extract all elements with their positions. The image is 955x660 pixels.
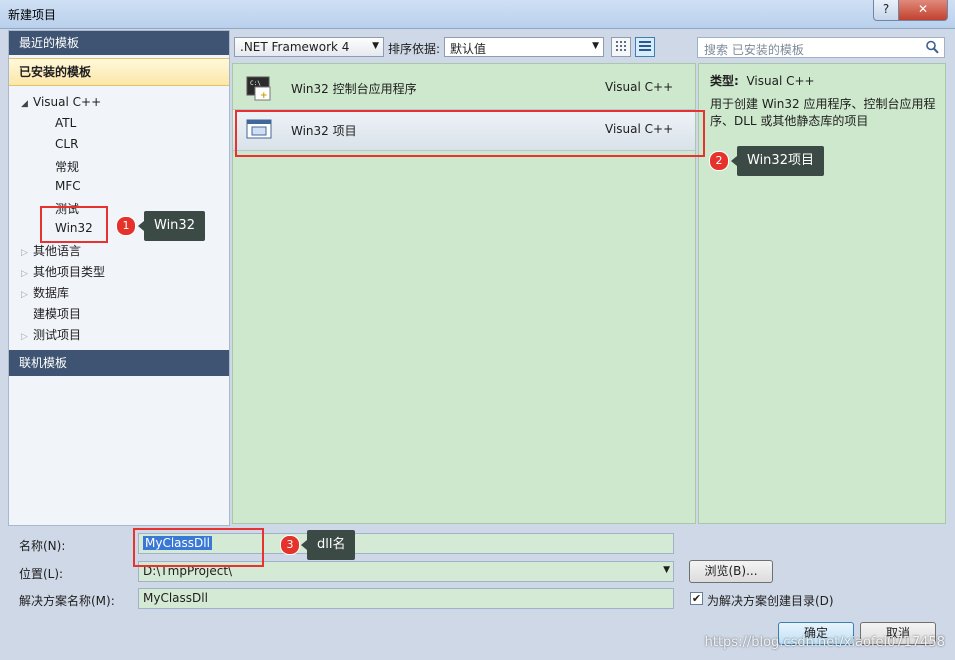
close-button[interactable]: ✕ (898, 0, 948, 21)
template-item-console[interactable]: C:\ + Win32 控制台应用程序 Visual C++ (233, 68, 695, 108)
annotation-box-win32 (40, 206, 108, 243)
collapsed-arrow-icon[interactable]: ▷ (21, 332, 33, 342)
collapsed-arrow-icon[interactable]: ▷ (21, 248, 33, 258)
watermark: https://blog.csdn.net/xiaofei0717458 (704, 635, 945, 650)
annotation-callout: Win32 (138, 211, 205, 241)
template-type: 类型: Visual C++ (710, 74, 815, 88)
online-templates-header[interactable]: 联机模板 (9, 350, 229, 376)
name-label: 名称(N): (19, 539, 66, 553)
list-view-icon (639, 41, 651, 51)
annotation-callout: Win32项目 (731, 146, 824, 176)
location-label: 位置(L): (19, 567, 64, 581)
solution-name-value: MyClassDll (143, 591, 208, 605)
window-title: 新建项目 (8, 8, 57, 22)
collapsed-arrow-icon[interactable]: ▷ (21, 269, 33, 279)
collapsed-arrow-icon[interactable]: ▷ (21, 290, 33, 300)
sort-select[interactable]: 默认值 ▼ (444, 37, 604, 57)
dropdown-arrow-icon[interactable]: ▼ (663, 565, 670, 575)
create-directory-label: 为解决方案创建目录(D) (707, 594, 834, 608)
annotation-callout: dll名 (300, 530, 356, 560)
annotation-number: 2 (709, 151, 729, 171)
template-description-panel: 类型: Visual C++ 用于创建 Win32 应用程序、控制台应用程序、D… (698, 63, 946, 524)
solution-name-label: 解决方案名称(M): (19, 594, 115, 608)
annotation-box-name (133, 528, 264, 567)
details-view-button[interactable] (635, 37, 655, 57)
installed-templates-header[interactable]: 已安装的模板 (9, 58, 229, 86)
tree-item-test-projects[interactable]: ▷ 测试项目 (21, 326, 81, 343)
create-directory-checkbox[interactable]: ✔ (690, 592, 703, 605)
framework-select[interactable]: .NET Framework 4 ▼ (234, 37, 384, 57)
template-categories-panel: 最近的模板 已安装的模板 ◢ Visual C++ ATL CLR 常规 MFC … (8, 30, 230, 526)
grid-view-icon (616, 41, 626, 51)
browse-button[interactable]: 浏览(B)... (689, 560, 773, 583)
annotation-box-win32-project (235, 110, 705, 157)
tree-item-mfc[interactable]: MFC (55, 179, 81, 193)
annotation-number: 3 (280, 535, 300, 555)
framework-value: .NET Framework 4 (240, 40, 350, 54)
title-bar: 新建项目 ? ✕ (0, 0, 955, 29)
small-icons-view-button[interactable] (611, 37, 631, 57)
annotation-number: 1 (116, 216, 136, 236)
tree-item-database[interactable]: ▷ 数据库 (21, 284, 69, 301)
solution-name-field[interactable]: MyClassDll (138, 588, 674, 609)
template-language: Visual C++ (605, 80, 674, 94)
template-name: Win32 控制台应用程序 (291, 82, 417, 96)
sort-label: 排序依据: (388, 42, 441, 56)
search-placeholder: 搜索 已安装的模板 (704, 43, 804, 57)
console-app-icon: C:\ + (246, 76, 271, 101)
help-button[interactable]: ? (873, 0, 899, 21)
template-description-text: 用于创建 Win32 应用程序、控制台应用程序、DLL 或其他静态库的项目 (710, 97, 936, 128)
tree-item-clr[interactable]: CLR (55, 137, 78, 151)
tree-item-general[interactable]: 常规 (55, 158, 79, 175)
tree-item-modeling-projects[interactable]: 建模项目 (33, 305, 81, 322)
recent-templates-header[interactable]: 最近的模板 (9, 31, 229, 55)
tree-item-atl[interactable]: ATL (55, 116, 76, 130)
svg-text:+: + (260, 91, 268, 101)
sort-value: 默认值 (450, 42, 487, 56)
tree-item-visual-cpp[interactable]: ◢ Visual C++ (21, 95, 101, 109)
search-input[interactable]: 搜索 已安装的模板 (697, 37, 945, 58)
tree-item-other-project-types[interactable]: ▷ 其他项目类型 (21, 263, 105, 280)
tree-item-other-languages[interactable]: ▷ 其他语言 (21, 242, 81, 259)
svg-text:C:\: C:\ (250, 80, 261, 87)
dropdown-arrow-icon: ▼ (372, 41, 379, 51)
search-icon[interactable] (924, 39, 940, 55)
expanded-arrow-icon[interactable]: ◢ (21, 99, 33, 109)
dropdown-arrow-icon: ▼ (592, 41, 599, 51)
